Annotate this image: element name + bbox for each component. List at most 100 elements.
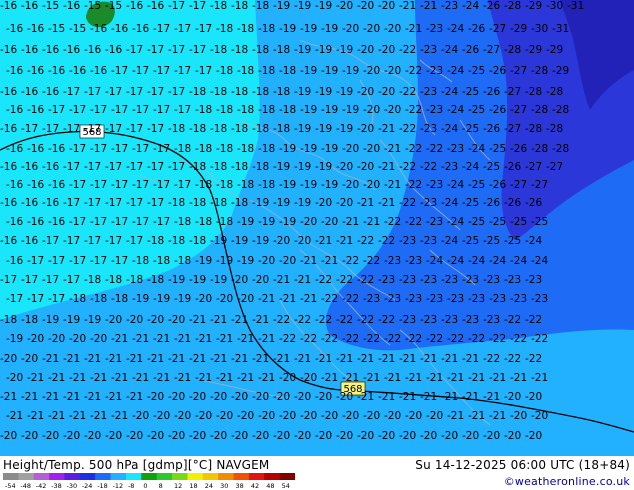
temperature-label: -19 bbox=[336, 86, 353, 98]
temperature-label: -22 bbox=[405, 65, 422, 77]
temperature-label: -21 bbox=[6, 410, 23, 422]
temperature-label: -25 bbox=[468, 65, 485, 77]
temperature-label: -20 bbox=[174, 410, 191, 422]
temperature-label: -20 bbox=[378, 0, 395, 12]
temperature-label: -20 bbox=[378, 86, 395, 98]
temperature-label: -21 bbox=[48, 372, 65, 384]
temperature-label: -21 bbox=[174, 372, 191, 384]
temperature-label: -22 bbox=[420, 161, 437, 173]
temperature-label: -17 bbox=[153, 143, 170, 155]
temperature-label: -21 bbox=[378, 353, 395, 365]
temperature-label: -19 bbox=[315, 0, 332, 12]
temperature-label: -29 bbox=[525, 44, 542, 56]
temperature-label: -21 bbox=[300, 293, 317, 305]
temperature-label: -19 bbox=[279, 216, 296, 228]
temperature-label: -21 bbox=[399, 353, 416, 365]
temperature-label: -20 bbox=[384, 104, 401, 116]
temperature-label: -16 bbox=[0, 86, 17, 98]
temperature-label: -17 bbox=[63, 274, 80, 286]
temperature-label: -20 bbox=[300, 410, 317, 422]
temperature-label: -20 bbox=[357, 123, 374, 135]
temperature-label: -19 bbox=[273, 161, 290, 173]
temperature-label: -20 bbox=[294, 430, 311, 442]
temperature-label: -20 bbox=[216, 410, 233, 422]
temperature-label: -20 bbox=[336, 0, 353, 12]
temperature-label: -20 bbox=[105, 430, 122, 442]
scale-swatch bbox=[64, 473, 81, 480]
temperature-label: -18 bbox=[147, 235, 164, 247]
temperature-label: -21 bbox=[441, 391, 458, 403]
temperature-label: -17 bbox=[153, 104, 170, 116]
temperature-label: -18 bbox=[231, 161, 248, 173]
temperature-label: -18 bbox=[237, 179, 254, 191]
temperature-label: -17 bbox=[63, 86, 80, 98]
temperature-label: -19 bbox=[216, 255, 233, 267]
temperature-label: -20 bbox=[168, 314, 185, 326]
temperature-label: -28 bbox=[504, 0, 521, 12]
temperature-label: -17 bbox=[105, 197, 122, 209]
temperature-label: -21 bbox=[378, 161, 395, 173]
temperature-label: -23 bbox=[447, 293, 464, 305]
temperature-label: -27 bbox=[531, 179, 548, 191]
temperature-label: -21 bbox=[69, 410, 86, 422]
temperature-label: -20 bbox=[378, 44, 395, 56]
temperature-label: -22 bbox=[468, 333, 485, 345]
temperature-label: -20 bbox=[357, 0, 374, 12]
temperature-label: -25 bbox=[462, 197, 479, 209]
temperature-label: -21 bbox=[447, 372, 464, 384]
scale-tick-label: 38 bbox=[236, 482, 244, 490]
temperature-label: -17 bbox=[48, 293, 65, 305]
temperature-label: -20 bbox=[147, 314, 164, 326]
scale-tick-label: 54 bbox=[282, 482, 290, 490]
temperature-label: -21 bbox=[420, 353, 437, 365]
map-footer: Height/Temp. 500 hPa [gdmp][°C] NAVGEM S… bbox=[0, 456, 634, 490]
temperature-label: -21 bbox=[399, 391, 416, 403]
temperature-label: -20 bbox=[69, 333, 86, 345]
temperature-label: -21 bbox=[216, 372, 233, 384]
temperature-label: -20 bbox=[273, 235, 290, 247]
temperature-label: -20 bbox=[294, 235, 311, 247]
valid-time: Su 14-12-2025 06:00 UTC (18+84) bbox=[415, 458, 630, 472]
temperature-label: -17 bbox=[189, 44, 206, 56]
temperature-label: -23 bbox=[426, 23, 443, 35]
scale-tick-label: 12 bbox=[174, 482, 182, 490]
temperature-label: -26 bbox=[510, 143, 527, 155]
temperature-label: -18 bbox=[279, 104, 296, 116]
scale-swatch bbox=[141, 473, 157, 480]
temperature-label: -19 bbox=[315, 44, 332, 56]
scale-swatch bbox=[156, 473, 173, 480]
temperature-label: -18 bbox=[252, 161, 269, 173]
temperature-label: -19 bbox=[153, 293, 170, 305]
temperature-label: -23 bbox=[441, 161, 458, 173]
temperature-label: -18 bbox=[189, 161, 206, 173]
temperature-label: -19 bbox=[279, 179, 296, 191]
temperature-label: -22 bbox=[300, 333, 317, 345]
temperature-label: -20 bbox=[147, 391, 164, 403]
temperature-label: -21 bbox=[342, 216, 359, 228]
temperature-label: -16 bbox=[48, 216, 65, 228]
temperature-label: -18 bbox=[210, 161, 227, 173]
temperature-label: -16 bbox=[42, 44, 59, 56]
temperature-label: -20 bbox=[279, 255, 296, 267]
temperature-label: -23 bbox=[420, 314, 437, 326]
temperature-label: -21 bbox=[126, 391, 143, 403]
temperature-label: -17 bbox=[84, 123, 101, 135]
temperature-label: -18 bbox=[210, 44, 227, 56]
temperature-label: -20 bbox=[399, 430, 416, 442]
temperature-label: -20 bbox=[363, 65, 380, 77]
temperature-label: -21 bbox=[258, 333, 275, 345]
credit-link[interactable]: ©weatheronline.co.uk bbox=[504, 475, 630, 488]
temperature-label: -21 bbox=[489, 372, 506, 384]
temperature-label: -21 bbox=[357, 353, 374, 365]
temperature-label: -24 bbox=[441, 86, 458, 98]
temperature-label: -18 bbox=[189, 86, 206, 98]
temperature-label: -29 bbox=[525, 0, 542, 12]
temperature-label: -19 bbox=[294, 86, 311, 98]
temperature-label: -28 bbox=[546, 86, 563, 98]
temperature-label: -24 bbox=[441, 197, 458, 209]
temperature-label: -18 bbox=[252, 0, 269, 12]
scale-tick-label: 24 bbox=[205, 482, 213, 490]
temperature-label: -20 bbox=[168, 391, 185, 403]
temperature-label: -22 bbox=[321, 333, 338, 345]
temperature-label: -21 bbox=[111, 372, 128, 384]
